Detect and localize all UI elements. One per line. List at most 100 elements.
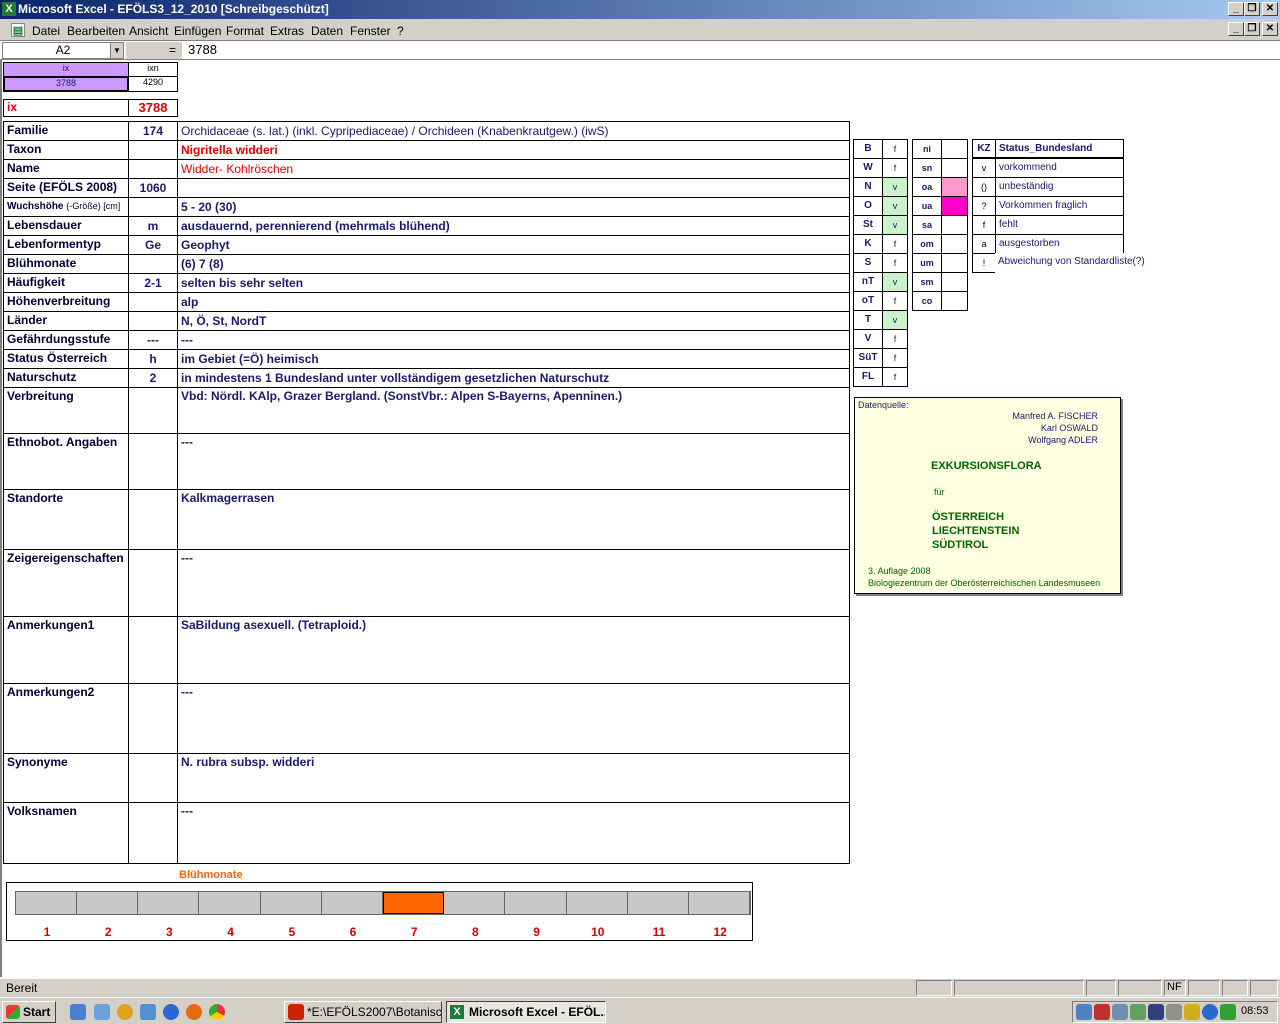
tray-icon-2[interactable] xyxy=(1094,1004,1110,1020)
row-code[interactable] xyxy=(128,292,178,312)
state-status[interactable]: f xyxy=(882,329,908,349)
tall-row-code[interactable] xyxy=(128,616,178,684)
state-code[interactable]: T xyxy=(853,310,883,330)
legend-text[interactable]: unbeständig xyxy=(995,177,1124,197)
ixn-value-cell[interactable]: 4290 xyxy=(128,76,178,92)
tall-row-value[interactable]: --- xyxy=(177,433,850,490)
state-code[interactable]: W xyxy=(853,158,883,178)
ix-header[interactable]: ix xyxy=(3,62,129,77)
row-label[interactable]: Wuchshöhe (-Größe) [cm] xyxy=(3,197,129,217)
row-value[interactable]: Widder- Kohlröschen xyxy=(177,159,850,179)
task-botanisc[interactable]: *E:\EFÖLS2007\Botanisc... xyxy=(284,1001,442,1023)
tall-row-label[interactable]: Synonyme xyxy=(3,753,129,803)
row-label[interactable]: Häufigkeit xyxy=(3,273,129,293)
close-button[interactable]: ✕ xyxy=(1262,2,1278,16)
tall-row-code[interactable] xyxy=(128,683,178,754)
ie-icon[interactable] xyxy=(163,1004,179,1020)
ix-label[interactable]: ix xyxy=(3,99,129,117)
legend-status-header[interactable]: Status_Bundesland xyxy=(995,139,1124,158)
formula-input[interactable]: 3788 xyxy=(188,42,217,57)
tall-row-code[interactable] xyxy=(128,753,178,803)
menu-format[interactable]: Format xyxy=(226,24,264,38)
row-code[interactable]: Ge xyxy=(128,235,178,255)
ix-value-cell[interactable]: 3788 xyxy=(3,76,129,92)
chevron-down-icon[interactable]: ▼ xyxy=(110,43,123,58)
region-status[interactable] xyxy=(941,139,968,159)
ixn-header[interactable]: ixn xyxy=(128,62,178,77)
doc-close-button[interactable]: ✕ xyxy=(1262,22,1278,36)
tall-row-code[interactable] xyxy=(128,549,178,617)
tray-icon-6[interactable] xyxy=(1166,1004,1182,1020)
tall-row-label[interactable]: Verbreitung xyxy=(3,387,129,434)
row-label[interactable]: Naturschutz xyxy=(3,368,129,388)
tall-row-value[interactable]: --- xyxy=(177,549,850,617)
row-value[interactable]: Orchidaceae (s. lat.) (inkl. Cypripediac… xyxy=(177,121,850,141)
row-code[interactable]: 2 xyxy=(128,368,178,388)
bloom-chart[interactable]: 1 2 3 4 5 6 7 8 9 10 11 12 xyxy=(6,882,753,941)
region-code[interactable]: ua xyxy=(912,196,942,216)
state-status[interactable]: v xyxy=(882,215,908,235)
state-code[interactable]: SüT xyxy=(853,348,883,368)
tall-row-code[interactable] xyxy=(128,387,178,434)
row-code[interactable] xyxy=(128,140,178,160)
state-code[interactable]: nT xyxy=(853,272,883,292)
tray-icon-1[interactable] xyxy=(1076,1004,1092,1020)
tall-row-label[interactable]: Volksnamen xyxy=(3,802,129,864)
tall-row-label[interactable]: Anmerkungen2 xyxy=(3,683,129,754)
restore-button[interactable]: ❐ xyxy=(1244,2,1260,16)
row-code[interactable]: m xyxy=(128,216,178,236)
row-value[interactable]: alp xyxy=(177,292,850,312)
worksheet[interactable]: ix ixn 3788 4290 ix 3788 Familie 174 Orchi… xyxy=(0,60,1280,977)
tall-row-label[interactable]: Zeigereigenschaften xyxy=(3,549,129,617)
legend-kz-header[interactable]: KZ xyxy=(972,139,996,158)
state-status[interactable]: f xyxy=(882,234,908,254)
menu-einfuegen[interactable]: Einfügen xyxy=(174,24,221,38)
region-code[interactable]: sa xyxy=(912,215,942,235)
task-excel[interactable]: X Microsoft Excel - EFÖL... xyxy=(446,1001,606,1023)
row-label[interactable]: Name xyxy=(3,159,129,179)
row-value[interactable]: Nigritella widderi xyxy=(177,140,850,160)
row-label[interactable]: Höhenverbreitung xyxy=(3,292,129,312)
quicklaunch-icon-2[interactable] xyxy=(94,1004,110,1020)
firefox-icon[interactable] xyxy=(186,1004,202,1020)
tray-icon-3[interactable] xyxy=(1112,1004,1128,1020)
info-icon[interactable] xyxy=(1202,1004,1218,1020)
state-status[interactable]: v xyxy=(882,310,908,330)
region-status[interactable] xyxy=(941,196,968,216)
row-value[interactable]: (6) 7 (8) xyxy=(177,254,850,274)
row-label[interactable]: Länder xyxy=(3,311,129,331)
name-box[interactable]: A2 ▼ xyxy=(2,42,124,59)
legend-key[interactable]: ? xyxy=(972,196,996,216)
row-label[interactable]: Taxon xyxy=(3,140,129,160)
row-label[interactable]: Status Österreich xyxy=(3,349,129,369)
row-code[interactable]: 1060 xyxy=(128,178,178,198)
row-value[interactable]: N, Ö, St, NordT xyxy=(177,311,850,331)
state-status[interactable]: f xyxy=(882,139,908,159)
menu-daten[interactable]: Daten xyxy=(311,24,343,38)
menu-bearbeiten[interactable]: Bearbeiten xyxy=(67,24,125,38)
region-status[interactable] xyxy=(941,272,968,292)
row-value[interactable] xyxy=(177,178,850,198)
row-label[interactable]: Gefährdungsstufe xyxy=(3,330,129,350)
state-status[interactable]: f xyxy=(882,158,908,178)
row-value[interactable]: --- xyxy=(177,330,850,350)
row-label[interactable]: Lebenformentyp xyxy=(3,235,129,255)
state-code[interactable]: N xyxy=(853,177,883,197)
tall-row-label[interactable]: Anmerkungen1 xyxy=(3,616,129,684)
workbook-icon[interactable]: ▤ xyxy=(11,23,25,37)
tall-row-value[interactable]: Kalkmagerrasen xyxy=(177,489,850,550)
row-code[interactable]: 174 xyxy=(128,121,178,141)
state-code[interactable]: V xyxy=(853,329,883,349)
legend-key[interactable]: a xyxy=(972,234,996,254)
region-code[interactable]: ni xyxy=(912,139,942,159)
state-status[interactable]: f xyxy=(882,367,908,387)
region-code[interactable]: oa xyxy=(912,177,942,197)
state-status[interactable]: f xyxy=(882,291,908,311)
row-label[interactable]: Blühmonate xyxy=(3,254,129,274)
row-value[interactable]: Geophyt xyxy=(177,235,850,255)
tray-icon-4[interactable] xyxy=(1130,1004,1146,1020)
legend-key[interactable]: f xyxy=(972,215,996,235)
row-value[interactable]: selten bis sehr selten xyxy=(177,273,850,293)
tall-row-code[interactable] xyxy=(128,489,178,550)
menu-fenster[interactable]: Fenster xyxy=(350,24,391,38)
